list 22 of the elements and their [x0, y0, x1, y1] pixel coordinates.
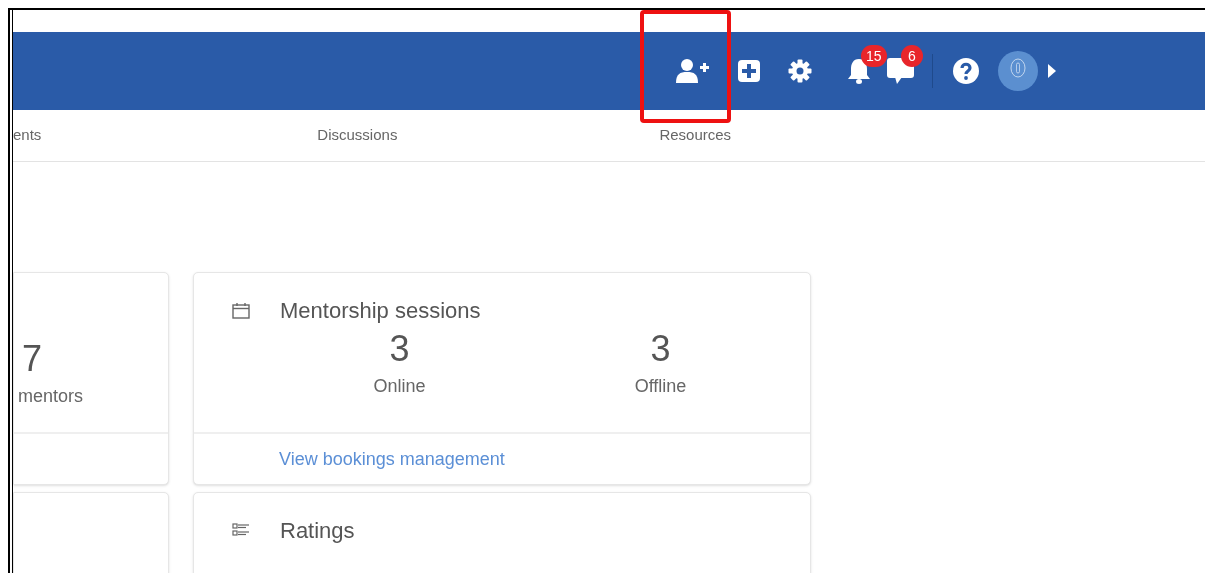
stat-label: mentors	[18, 385, 84, 408]
count-badge: 6	[901, 45, 923, 67]
calendar-icon	[232, 301, 250, 319]
help-icon[interactable]	[953, 58, 979, 84]
card-title: Ratings	[280, 516, 355, 545]
list-icon	[232, 523, 250, 537]
caret-icon[interactable]	[1048, 64, 1056, 78]
add-icon[interactable]	[738, 60, 760, 82]
bookings-link[interactable]: View bookings management	[279, 445, 505, 473]
stat-value: 3	[650, 328, 671, 370]
nav-tab[interactable]: Discussions	[317, 124, 398, 147]
card-title: Mentorship sessions	[280, 296, 481, 325]
stat-value: 7	[21, 338, 43, 380]
nav-tab[interactable]: Resources	[659, 124, 732, 147]
add-user-icon[interactable]	[676, 58, 709, 84]
nav-tab[interactable]: ents	[13, 124, 42, 147]
stat-label: Offline	[634, 375, 687, 398]
stat-label: Online	[373, 375, 426, 398]
settings-icon[interactable]	[788, 59, 812, 83]
stat-value: 3	[389, 328, 410, 370]
count-badge: 15	[861, 45, 887, 67]
avatar-icon[interactable]	[998, 51, 1038, 91]
